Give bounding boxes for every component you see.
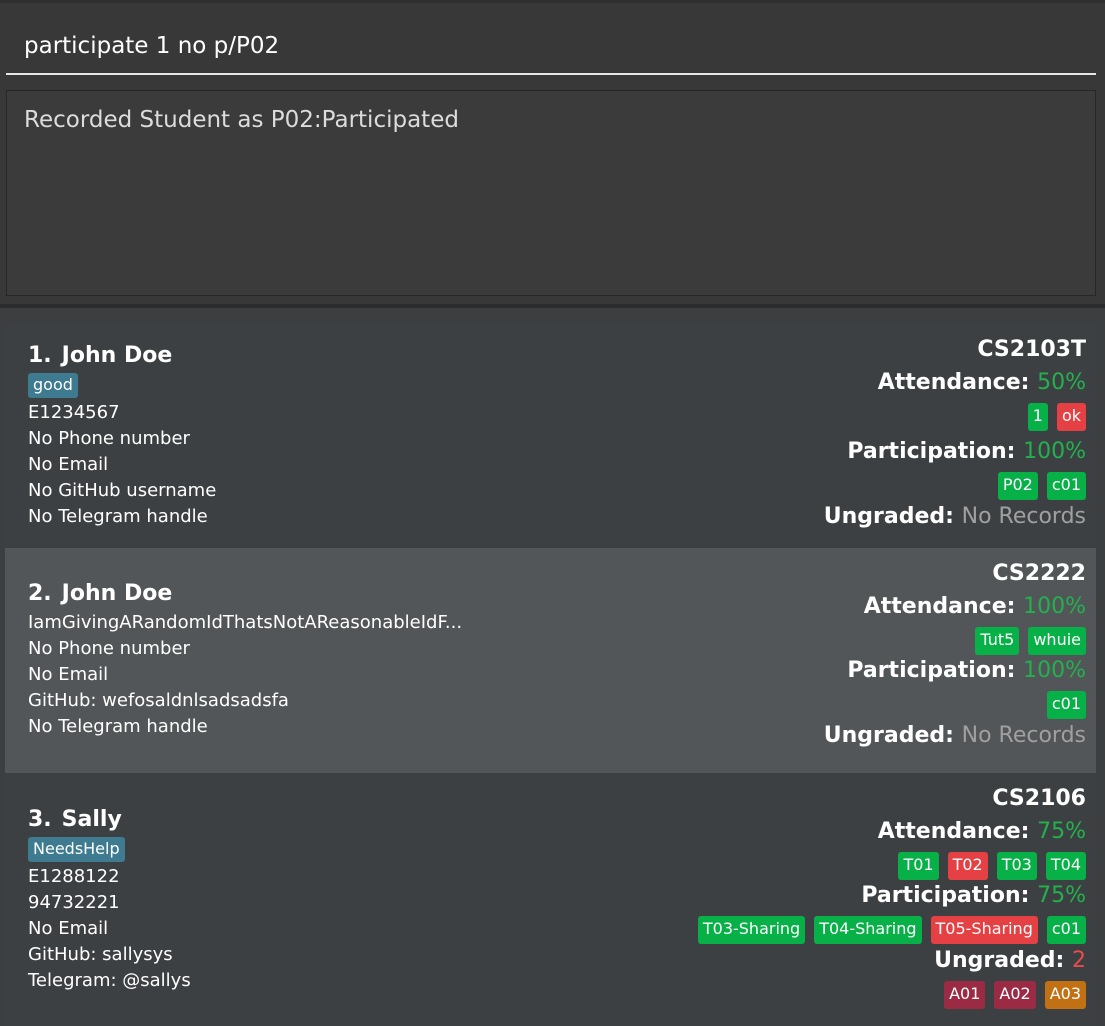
participation-tags: P02 c01 [386,472,1086,500]
attendance-tag: whuie [1028,627,1086,655]
student-index: 2. [28,581,52,606]
attendance-label: Attendance: [877,819,1030,844]
participation-tags: T03-Sharing T04-Sharing T05-Sharing c01 [386,916,1086,944]
student-card[interactable]: 1. John Doe good E1234567 No Phone number… [5,323,1096,548]
ungraded-value: No Records [961,504,1086,529]
student-name-text: John Doe [61,581,173,606]
student-index: 1. [28,343,52,368]
attendance-tag: T03 [996,852,1037,880]
attendance-tag: T04 [1045,852,1086,880]
command-input[interactable] [6,19,1096,75]
attendance-tags: Tut5 whuie [386,627,1086,655]
attendance-percent: 75% [1037,819,1086,844]
participation-percent: 100% [1023,439,1086,464]
student-name-text: John Doe [61,343,173,368]
participation-tag: T03-Sharing [697,916,806,944]
ungraded-tags: A01 A02 A03 [386,981,1086,1009]
participation-tag: c01 [1046,691,1086,719]
student-card[interactable]: 3. Sally NeedsHelp E1288122 94732221 No E… [5,773,1096,1026]
result-display-panel: Recorded Student as P02:Participated [0,82,1105,304]
attendance-tag: ok [1056,403,1086,431]
participation-tag: T05-Sharing [930,916,1038,944]
ungraded-tag: A01 [944,981,986,1009]
command-box-panel [0,0,1105,82]
participation-tag: c01 [1046,916,1086,944]
ungraded-label: Ungraded: [934,948,1065,973]
attendance-summary: Attendance: 75% [386,819,1086,852]
ungraded-tag: A02 [994,981,1036,1009]
attendance-label: Attendance: [863,594,1016,619]
participation-summary: Participation: 75% [386,883,1086,916]
participation-summary: Participation: 100% [386,658,1086,691]
module-code: CS2106 [992,786,1086,811]
app-window: Recorded Student as P02:Participated 1. J… [0,0,1105,1026]
panel-divider [0,304,1105,308]
student-records: CS2106 Attendance: 75% T01 T02 T03 T04 P… [386,773,1086,1009]
student-card[interactable]: 2. John Doe IamGivingARandomIdThatsNotARe… [5,548,1096,773]
participation-tag: P02 [997,472,1038,500]
module-code: CS2103T [977,337,1086,362]
attendance-summary: Attendance: 50% [386,370,1086,403]
student-list[interactable]: 1. John Doe good E1234567 No Phone number… [5,323,1096,1026]
attendance-tags: T01 T02 T03 T04 [386,852,1086,880]
student-name-text: Sally [61,807,122,832]
ungraded-tag: A03 [1044,981,1086,1009]
attendance-percent: 50% [1037,370,1086,395]
attendance-tag: 1 [1027,403,1048,431]
attendance-summary: Attendance: 100% [386,594,1086,627]
ungraded-summary: Ungraded: 2 [386,948,1086,981]
ungraded-value: No Records [961,723,1086,748]
result-display[interactable]: Recorded Student as P02:Participated [6,90,1096,296]
participation-tag: T04-Sharing [814,916,922,944]
participation-percent: 100% [1023,658,1086,683]
attendance-tag: T02 [947,852,988,880]
attendance-label: Attendance: [877,370,1030,395]
student-records: CS2103T Attendance: 50% 1 ok Participati… [386,323,1086,529]
participation-tag: c01 [1046,472,1086,500]
ungraded-value: 2 [1072,948,1086,973]
student-tag: good [28,373,78,398]
participation-label: Participation: [847,658,1016,683]
student-records: CS2222 Attendance: 100% Tut5 whuie Parti… [386,548,1086,748]
participation-label: Participation: [847,439,1016,464]
ungraded-label: Ungraded: [823,504,954,529]
module-code: CS2222 [992,561,1086,586]
participation-percent: 75% [1037,883,1086,908]
attendance-tags: 1 ok [386,403,1086,431]
participation-summary: Participation: 100% [386,439,1086,472]
student-index: 3. [28,807,52,832]
participation-tags: c01 [386,691,1086,719]
ungraded-summary: Ungraded: No Records [386,723,1086,748]
attendance-tag: Tut5 [975,627,1020,655]
attendance-percent: 100% [1023,594,1086,619]
ungraded-label: Ungraded: [823,723,954,748]
participation-label: Participation: [861,883,1030,908]
attendance-tag: T01 [898,852,939,880]
ungraded-summary: Ungraded: No Records [386,504,1086,529]
student-tag: NeedsHelp [28,837,125,862]
